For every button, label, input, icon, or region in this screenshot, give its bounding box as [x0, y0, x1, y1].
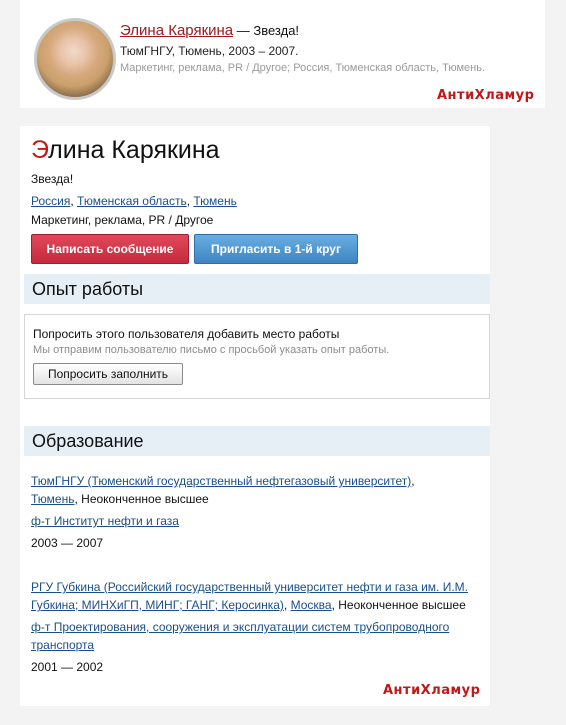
education-item: РГУ Губкина (Российский государственный … [31, 578, 481, 676]
university-link[interactable]: ТюмГНГУ (Тюменский государственный нефте… [31, 474, 411, 488]
region-link[interactable]: Тюменская область [77, 194, 187, 208]
name-rest: лина Карякина [48, 136, 220, 164]
work-request-sub: Мы отправим пользователю письмо с просьб… [33, 344, 390, 356]
education-years: 2003 — 2007 [31, 536, 104, 550]
profile-profession: Маркетинг, реклама, PR / Другое [31, 213, 214, 227]
send-message-button[interactable]: Написать сообщение [31, 234, 189, 264]
request-fill-button[interactable]: Попросить заполнить [33, 363, 183, 385]
top-status: — Звезда! [233, 23, 300, 38]
name-first-letter: Э [31, 136, 49, 164]
city-link[interactable]: Тюмень [193, 194, 236, 208]
work-request-text: Попросить этого пользователя добавить ме… [33, 327, 340, 341]
top-profession-line: Маркетинг, реклама, PR / Другое; Россия,… [120, 62, 485, 74]
watermark-top: АнтиХламур [437, 88, 535, 103]
education-university-line: ТюмГНГУ (Тюменский государственный нефте… [31, 472, 481, 490]
uni-sep: , [411, 474, 415, 488]
edu-city-link[interactable]: Тюмень [31, 492, 74, 506]
work-request-box: Попросить этого пользователя добавить ме… [24, 314, 490, 399]
top-education-line: ТюмГНГУ, Тюмень, 2003 – 2007. [120, 44, 299, 58]
invite-button[interactable]: Пригласить в 1-й круг [194, 234, 358, 264]
top-name-link[interactable]: Элина Карякина [120, 22, 233, 39]
edu-city-link[interactable]: Москва [291, 598, 332, 612]
education-years: 2001 — 2002 [31, 660, 104, 674]
edu-degree: , Неоконченное высшее [74, 492, 209, 506]
profile-status: Звезда! [31, 172, 74, 186]
education-section-title: Образование [24, 426, 490, 456]
watermark-bottom: АнтиХламур [383, 683, 481, 698]
faculty-link[interactable]: ф-т Институт нефти и газа [31, 514, 179, 528]
education-item: ТюмГНГУ (Тюменский государственный нефте… [31, 472, 481, 552]
education-faculty-line: ф-т Институт нефти и газа [31, 512, 481, 530]
education-faculty-line: ф-т Проектирования, сооружения и эксплуа… [31, 618, 481, 654]
profile-location: Россия, Тюменская область, Тюмень [31, 194, 237, 208]
education-university-line: РГУ Губкина (Российский государственный … [31, 578, 481, 614]
profile-main: Элина Карякина Звезда! Россия, Тюменская… [20, 126, 490, 706]
edu-degree: , Неоконченное высшее [331, 598, 466, 612]
education-city-line: Тюмень, Неоконченное высшее [31, 490, 481, 508]
profile-name: Элина Карякина [31, 136, 220, 165]
avatar[interactable] [34, 18, 116, 100]
faculty-link[interactable]: ф-т Проектирования, сооружения и эксплуа… [31, 620, 449, 652]
country-link[interactable]: Россия [31, 194, 70, 208]
uni-sep: , [283, 598, 291, 612]
work-section-title: Опыт работы [24, 274, 490, 304]
top-info: Элина Карякина — Звезда! ТюмГНГУ, Тюмень… [120, 22, 485, 74]
